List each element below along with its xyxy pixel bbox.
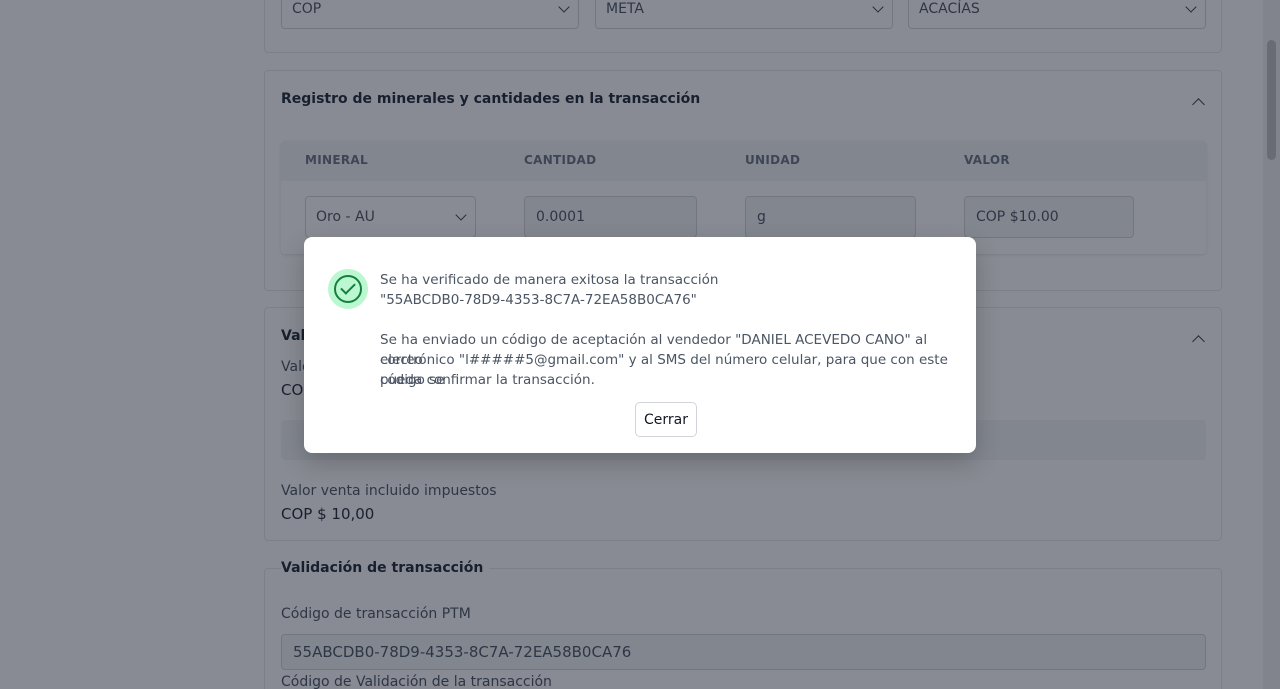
dialog-message-line-5: pueda confirmar la transacción. <box>380 372 595 388</box>
success-dialog: Se ha verificado de manera exitosa la tr… <box>304 237 976 453</box>
close-button[interactable]: Cerrar <box>635 402 697 437</box>
dialog-message-line-1: Se ha verificado de manera exitosa la tr… <box>380 272 719 288</box>
check-circle-icon <box>334 275 362 303</box>
success-icon-badge <box>328 269 368 309</box>
dialog-message-line-2: "55ABCDB0-78D9-4353-8C7A-72EA58B0CA76" <box>380 292 697 308</box>
